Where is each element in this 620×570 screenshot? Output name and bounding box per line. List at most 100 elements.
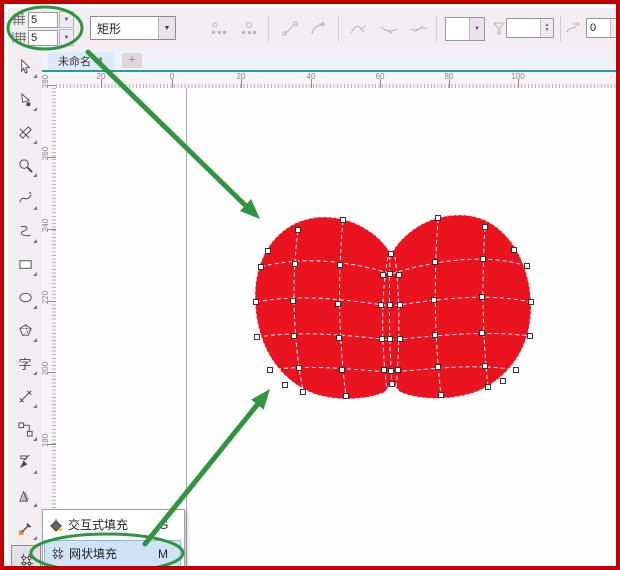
menu-item-mesh-fill[interactable]: 网状填充 M — [44, 540, 181, 566]
mesh-columns-value[interactable]: 5 — [28, 11, 58, 28]
mesh-node[interactable] — [337, 262, 343, 268]
fill-color-dropdown-icon[interactable]: ▼ — [469, 18, 484, 40]
mesh-node[interactable] — [431, 297, 437, 303]
cusp-node-button[interactable] — [346, 17, 372, 41]
mesh-node[interactable] — [290, 298, 296, 304]
zoom-tool[interactable] — [11, 151, 39, 179]
mesh-columns-control[interactable]: 5 ▼ — [12, 11, 74, 28]
smoothness-stepper[interactable]: ▲ ▼ — [610, 19, 616, 37]
coreldraw-window: 5 ▼ 5 ▼ 矩形 ▼ ▼ ▲ ▼ 0 ▲ ▼ 未命名 -1 + 20 0 2… — [0, 0, 620, 570]
smooth-node-button[interactable] — [376, 17, 402, 41]
mesh-node[interactable] — [500, 378, 506, 384]
ruler-label: 100 — [511, 72, 525, 81]
mesh-node[interactable] — [336, 335, 342, 341]
mesh-node[interactable] — [513, 367, 519, 373]
outline-pen-tool[interactable] — [11, 448, 39, 476]
mesh-node[interactable] — [396, 272, 402, 278]
pick-tool[interactable] — [11, 52, 39, 80]
mesh-node[interactable] — [479, 294, 485, 300]
mesh-node[interactable] — [479, 330, 485, 336]
dimension-tool[interactable] — [11, 382, 39, 410]
mesh-rows-icon — [12, 31, 26, 44]
convert-to-line-button[interactable] — [278, 17, 304, 41]
connector-tool[interactable] — [11, 415, 39, 443]
mesh-node[interactable] — [282, 382, 288, 388]
eyedropper-tool[interactable] — [11, 514, 39, 542]
mesh-node[interactable] — [482, 224, 488, 230]
mesh-node[interactable] — [435, 215, 441, 221]
ellipse-tool[interactable] — [11, 283, 39, 311]
mesh-rows-dropdown[interactable]: ▼ — [59, 29, 74, 46]
mesh-fill-shape[interactable] — [56, 88, 620, 570]
mesh-node[interactable] — [524, 263, 530, 269]
symmetrical-node-button[interactable] — [406, 17, 432, 41]
mesh-node[interactable] — [480, 256, 486, 262]
transparency-field[interactable]: ▲ ▼ — [506, 18, 554, 38]
mesh-node[interactable] — [511, 247, 517, 253]
new-tab-button[interactable]: + — [122, 53, 142, 68]
drop-shadow-tool[interactable] — [11, 481, 39, 509]
mesh-node[interactable] — [527, 333, 533, 339]
mesh-node[interactable] — [300, 389, 306, 395]
menu-item-interactive-fill[interactable]: 交互式填充 G — [44, 511, 181, 538]
mesh-node[interactable] — [378, 302, 384, 308]
mesh-node[interactable] — [387, 271, 393, 277]
mesh-node[interactable] — [267, 367, 273, 373]
ruler-label: 200 — [40, 361, 50, 376]
add-node-button[interactable] — [206, 17, 232, 41]
mesh-node[interactable] — [296, 365, 302, 371]
selection-mode-dropdown-icon[interactable]: ▼ — [158, 17, 175, 39]
shape-tool[interactable] — [11, 85, 39, 113]
rectangle-tool[interactable] — [11, 250, 39, 278]
mesh-node[interactable] — [438, 392, 444, 398]
mesh-node[interactable] — [528, 299, 534, 305]
mesh-node[interactable] — [388, 251, 394, 257]
smart-drawing-tool[interactable] — [11, 217, 39, 245]
mesh-node[interactable] — [432, 259, 438, 265]
mesh-node[interactable] — [253, 299, 259, 305]
mesh-node[interactable] — [482, 363, 488, 369]
text-tool[interactable]: 字 — [11, 349, 39, 377]
selection-mode-combobox[interactable]: 矩形 ▼ — [90, 16, 176, 40]
mesh-node[interactable] — [397, 302, 403, 308]
mesh-node[interactable] — [291, 333, 297, 339]
mesh-node[interactable] — [389, 381, 395, 387]
mesh-node[interactable] — [265, 248, 271, 254]
mesh-node[interactable] — [395, 367, 401, 373]
mesh-node[interactable] — [397, 336, 403, 342]
smoothness-field[interactable]: 0 ▲ ▼ — [586, 18, 616, 38]
mesh-node[interactable] — [387, 302, 393, 308]
mesh-columns-dropdown[interactable]: ▼ — [59, 11, 74, 28]
mesh-node[interactable] — [381, 367, 387, 373]
horizontal-ruler[interactable]: 20 0 20 40 60 80 100 — [56, 72, 616, 89]
mesh-node[interactable] — [258, 264, 264, 270]
mesh-node[interactable] — [339, 367, 345, 373]
transparency-stepper[interactable]: ▲ ▼ — [540, 19, 553, 37]
mesh-node[interactable] — [254, 334, 260, 340]
ruler-label: 20 — [96, 72, 106, 81]
mesh-node[interactable] — [295, 227, 301, 233]
mesh-node[interactable] — [387, 336, 393, 342]
freehand-tool[interactable] — [11, 184, 39, 212]
crop-tool[interactable] — [11, 118, 39, 146]
mesh-node[interactable] — [485, 384, 491, 390]
mesh-node[interactable] — [432, 332, 438, 338]
mesh-node[interactable] — [380, 272, 386, 278]
document-tab[interactable]: 未命名 -1 — [48, 52, 114, 70]
mesh-node[interactable] — [379, 336, 385, 342]
mesh-rows-value[interactable]: 5 — [28, 29, 58, 46]
delete-node-button[interactable] — [236, 17, 262, 41]
menu-item-label: 交互式填充 — [68, 518, 129, 532]
mesh-node[interactable] — [340, 217, 346, 223]
mesh-node[interactable] — [292, 261, 298, 267]
mesh-rows-control[interactable]: 5 ▼ — [12, 29, 74, 46]
mesh-node[interactable] — [388, 368, 394, 374]
mesh-fill-color-picker[interactable]: ▼ — [445, 17, 485, 41]
mesh-node[interactable] — [335, 301, 341, 307]
convert-to-curve-button[interactable] — [306, 17, 332, 41]
polygon-tool[interactable] — [11, 316, 39, 344]
mesh-fill-tool[interactable] — [11, 545, 41, 566]
mesh-node[interactable] — [435, 364, 441, 370]
mesh-node[interactable] — [343, 393, 349, 399]
vertical-ruler[interactable]: 280 260 240 220 200 180 — [40, 75, 57, 566]
